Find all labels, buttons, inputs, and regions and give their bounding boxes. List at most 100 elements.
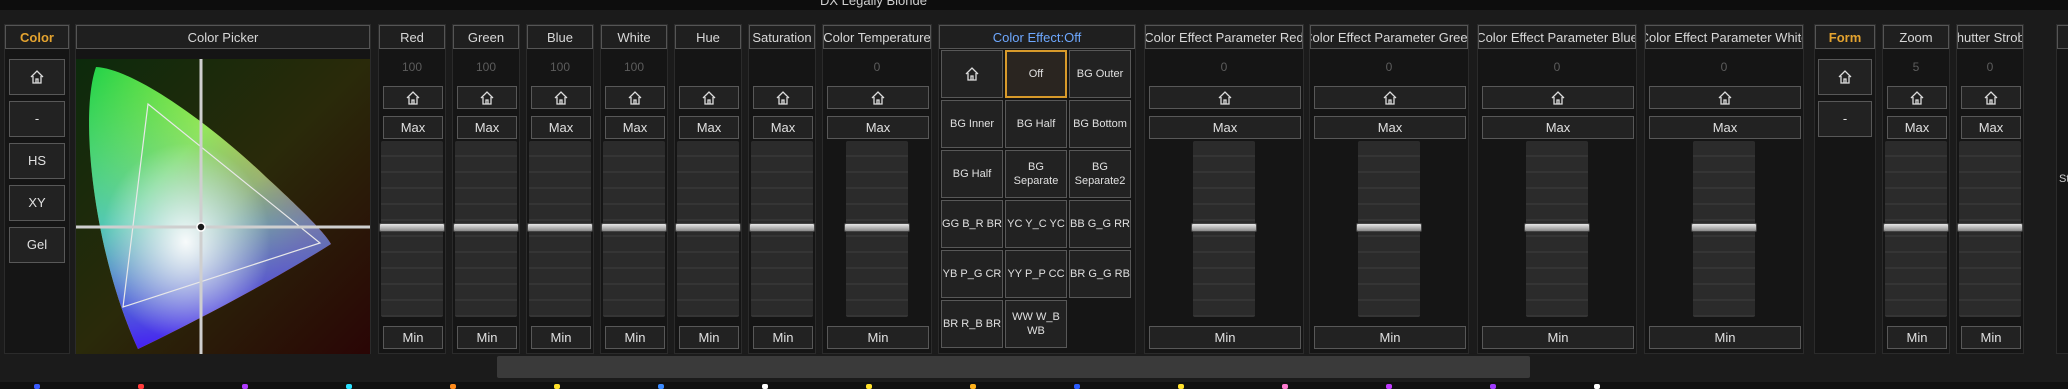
horizontal-scrollbar-thumb[interactable] bbox=[497, 356, 1530, 378]
channel-home-button[interactable] bbox=[605, 86, 665, 109]
gel-button[interactable]: Gel bbox=[9, 227, 65, 263]
color-effect-option[interactable]: Off bbox=[1005, 50, 1067, 98]
channel-min-button[interactable]: Min bbox=[1649, 326, 1801, 349]
channel-fader-track[interactable] bbox=[1957, 141, 2023, 317]
color-effect-option[interactable]: BG Outer bbox=[1069, 50, 1131, 98]
channel-fader-handle[interactable] bbox=[844, 223, 910, 232]
channel-min-button[interactable]: Min bbox=[1314, 326, 1466, 349]
channel-max-button[interactable]: Max bbox=[383, 116, 443, 139]
color-effect-option[interactable]: BG Half bbox=[941, 150, 1003, 198]
channel-max-button[interactable]: Max bbox=[753, 116, 813, 139]
channel-fader-handle[interactable] bbox=[1191, 223, 1257, 232]
color-effect-option[interactable]: BB G_G RR bbox=[1069, 200, 1131, 248]
form-minus-button[interactable]: - bbox=[1818, 101, 1872, 137]
channel-fader-handle[interactable] bbox=[675, 223, 741, 232]
color-cursor[interactable] bbox=[196, 222, 206, 232]
channel-min-button[interactable]: Min bbox=[679, 326, 739, 349]
color-effect-home-button[interactable] bbox=[941, 50, 1003, 98]
color-effect-header[interactable]: Color Effect:Off bbox=[939, 25, 1135, 49]
channel-min-button[interactable]: Min bbox=[1961, 326, 2021, 349]
color-effect-option[interactable]: YC Y_C YC bbox=[1005, 200, 1067, 248]
color-effect-option[interactable]: BR R_B BR bbox=[941, 300, 1003, 348]
channel-value: 5 bbox=[1912, 60, 1920, 74]
color-effect-option[interactable]: YY P_P CC bbox=[1005, 250, 1067, 298]
channel-fader-track[interactable] bbox=[453, 141, 519, 317]
color-effect-option[interactable]: BG Bottom bbox=[1069, 100, 1131, 148]
channel-home-button[interactable] bbox=[753, 86, 813, 109]
cie-chromaticity-diagram[interactable] bbox=[76, 59, 370, 354]
channel-max-button[interactable]: Max bbox=[1314, 116, 1466, 139]
channel-panel: Shutter Strobe 0 Max Min bbox=[1956, 24, 2024, 354]
channel-home-button[interactable] bbox=[1482, 86, 1634, 109]
channel-home-button[interactable] bbox=[1649, 86, 1801, 109]
color-effect-option[interactable]: BG Separate2 bbox=[1069, 150, 1131, 198]
color-effect-option[interactable]: BG Separate bbox=[1005, 150, 1067, 198]
channel-fader-track[interactable] bbox=[601, 141, 667, 317]
xy-button[interactable]: XY bbox=[9, 185, 65, 221]
form-header[interactable]: Form bbox=[1815, 25, 1875, 49]
channel-fader-track[interactable] bbox=[1524, 141, 1590, 317]
color-effect-option[interactable]: BG Inner bbox=[941, 100, 1003, 148]
channel-max-button[interactable]: Max bbox=[1649, 116, 1801, 139]
channel-home-button[interactable] bbox=[457, 86, 517, 109]
channel-fader-handle[interactable] bbox=[453, 223, 519, 232]
channel-home-button[interactable] bbox=[679, 86, 739, 109]
color-header[interactable]: Color bbox=[5, 25, 69, 49]
channel-fader-track[interactable] bbox=[527, 141, 593, 317]
channel-home-button[interactable] bbox=[1149, 86, 1301, 109]
color-effect-option[interactable]: BR G_G RB bbox=[1069, 250, 1131, 298]
color-effect-option[interactable]: GG B_R BR bbox=[941, 200, 1003, 248]
channel-fader-track[interactable] bbox=[1883, 141, 1949, 317]
channel-fader-track[interactable] bbox=[675, 141, 741, 317]
channel-min-button[interactable]: Min bbox=[457, 326, 517, 349]
channel-home-button[interactable] bbox=[383, 86, 443, 109]
channel-min-button[interactable]: Min bbox=[1482, 326, 1634, 349]
channel-max-button[interactable]: Max bbox=[1482, 116, 1634, 139]
channel-min-button[interactable]: Min bbox=[827, 326, 929, 349]
channel-fader-track[interactable] bbox=[1691, 141, 1757, 317]
channel-fader-handle[interactable] bbox=[527, 223, 593, 232]
channel-home-button[interactable] bbox=[1314, 86, 1466, 109]
channel-fader-track[interactable] bbox=[1356, 141, 1422, 317]
channel-min-button[interactable]: Min bbox=[531, 326, 591, 349]
channel-max-button[interactable]: Max bbox=[457, 116, 517, 139]
channel-min-button[interactable]: Min bbox=[605, 326, 665, 349]
channel-fader-track[interactable] bbox=[749, 141, 815, 317]
channel-fader-track[interactable] bbox=[1191, 141, 1257, 317]
color-effect-option[interactable]: BG Half bbox=[1005, 100, 1067, 148]
channel-max-button[interactable]: Max bbox=[1961, 116, 2021, 139]
channel-max-button[interactable]: Max bbox=[679, 116, 739, 139]
channel-min-button[interactable]: Min bbox=[383, 326, 443, 349]
channel-fader-handle[interactable] bbox=[379, 223, 445, 232]
channel-fader-handle[interactable] bbox=[1883, 223, 1949, 232]
channel-home-button[interactable] bbox=[1961, 86, 2021, 109]
channel-fader-handle[interactable] bbox=[749, 223, 815, 232]
fixture-color-marker bbox=[34, 384, 40, 389]
hs-button[interactable]: HS bbox=[9, 143, 65, 179]
channel-panel: Blue 100 Max Min bbox=[526, 24, 594, 354]
channel-fader-track[interactable] bbox=[844, 141, 910, 317]
channel-fader-handle[interactable] bbox=[1957, 223, 2023, 232]
home-icon bbox=[1383, 90, 1397, 105]
channel-min-button[interactable]: Min bbox=[1149, 326, 1301, 349]
minus-button[interactable]: - bbox=[9, 101, 65, 137]
channel-max-button[interactable]: Max bbox=[531, 116, 591, 139]
channel-min-button[interactable]: Min bbox=[1887, 326, 1947, 349]
color-effect-option[interactable]: WW W_B WB bbox=[1005, 300, 1067, 348]
channel-fader-handle[interactable] bbox=[1524, 223, 1590, 232]
form-home-button[interactable] bbox=[1818, 59, 1872, 95]
channel-home-button[interactable] bbox=[1887, 86, 1947, 109]
channel-home-button[interactable] bbox=[827, 86, 929, 109]
channel-max-button[interactable]: Max bbox=[605, 116, 665, 139]
channel-max-button[interactable]: Max bbox=[1149, 116, 1301, 139]
color-effect-option[interactable]: YB P_G CR bbox=[941, 250, 1003, 298]
channel-min-button[interactable]: Min bbox=[753, 326, 813, 349]
channel-fader-handle[interactable] bbox=[601, 223, 667, 232]
channel-home-button[interactable] bbox=[531, 86, 591, 109]
channel-max-button[interactable]: Max bbox=[827, 116, 929, 139]
channel-fader-handle[interactable] bbox=[1356, 223, 1422, 232]
channel-fader-handle[interactable] bbox=[1691, 223, 1757, 232]
channel-fader-track[interactable] bbox=[379, 141, 445, 317]
home-button[interactable] bbox=[9, 59, 65, 95]
channel-max-button[interactable]: Max bbox=[1887, 116, 1947, 139]
